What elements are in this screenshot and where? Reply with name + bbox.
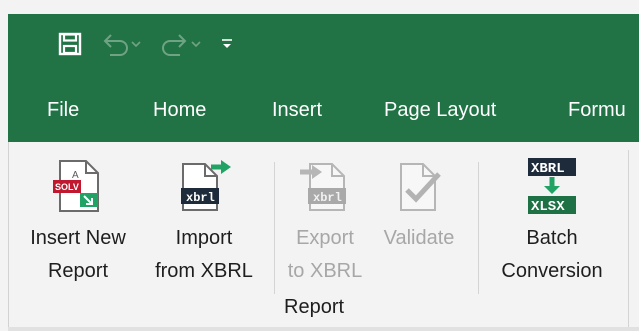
validate-button[interactable]: Validate — [373, 150, 465, 255]
insert-new-report-button[interactable]: A SOLV Insert New Report — [18, 150, 138, 288]
svg-text:A: A — [72, 170, 79, 181]
import-from-xbrl-label-line1: Import — [175, 227, 233, 249]
validate-label: Validate — [383, 227, 455, 249]
import-from-xbrl-button[interactable]: xbrl Import from XBRL — [144, 150, 264, 288]
save-button[interactable] — [48, 24, 92, 64]
customize-qat-icon — [222, 39, 232, 48]
ribbon-group-separator — [628, 150, 629, 328]
excel-window: File Home Insert Page Layout Formu A SOL… — [0, 0, 639, 331]
svg-text:XLSX: XLSX — [531, 199, 565, 215]
batch-conversion-label-line2: Conversion — [501, 260, 603, 282]
svg-text:SOLV: SOLV — [55, 182, 79, 192]
ribbon-bottom-border — [8, 327, 639, 331]
quick-access-toolbar — [36, 14, 242, 74]
svg-text:XBRL: XBRL — [531, 161, 565, 177]
export-to-xbrl-label-line1: Export — [296, 227, 354, 249]
undo-icon — [103, 34, 141, 56]
validate-icon — [400, 163, 441, 211]
tab-formulas[interactable]: Formu — [568, 78, 626, 142]
ribbon-separator — [478, 162, 479, 294]
tab-insert[interactable]: Insert — [272, 78, 322, 142]
redo-button[interactable] — [152, 24, 212, 64]
redo-icon — [162, 34, 201, 56]
export-to-xbrl-label-line2: to XBRL — [287, 260, 363, 282]
export-to-xbrl-button[interactable]: xbrl Export to XBRL — [285, 150, 365, 288]
batch-conversion-label-line1: Batch — [526, 227, 578, 249]
batch-conversion-button[interactable]: XBRL XLSX Batch Conversion — [487, 150, 617, 288]
batch-conversion-icon: XBRL XLSX — [528, 158, 576, 215]
menu-bar: File Home Insert Page Layout Formu — [8, 78, 639, 142]
tab-home[interactable]: Home — [153, 78, 206, 142]
svg-text:xbrl: xbrl — [186, 191, 215, 205]
insert-new-report-label-line2: Report — [47, 260, 109, 282]
insert-new-report-icon: A SOLV — [53, 160, 99, 212]
svg-text:xbrl: xbrl — [313, 191, 342, 205]
export-xbrl-icon: xbrl — [300, 163, 346, 211]
ribbon-edge — [8, 142, 9, 331]
save-icon — [58, 32, 82, 56]
tab-page-layout[interactable]: Page Layout — [384, 78, 496, 142]
import-xbrl-icon: xbrl — [181, 160, 231, 211]
ribbon-separator — [274, 162, 275, 294]
tab-file[interactable]: File — [47, 78, 79, 142]
customize-qat-button[interactable] — [212, 24, 242, 64]
ribbon: A SOLV Insert New Report xbrl Import fro… — [8, 142, 639, 331]
undo-button[interactable] — [92, 24, 152, 64]
import-from-xbrl-label-line2: from XBRL — [155, 260, 253, 282]
insert-new-report-label-line1: Insert New — [30, 227, 126, 249]
ribbon-group-label: Report — [284, 296, 345, 318]
